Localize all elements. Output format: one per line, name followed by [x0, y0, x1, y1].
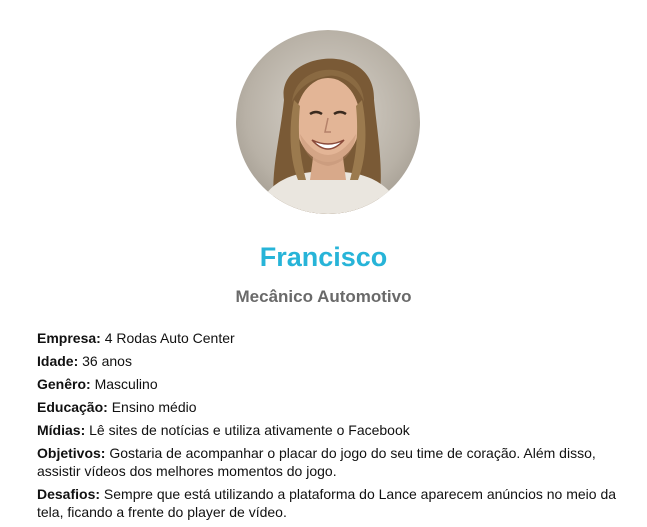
field-label: Idade:	[37, 353, 79, 369]
field-label: Genêro:	[37, 376, 91, 392]
field-value: Gostaria de acompanhar o placar do jogo …	[37, 445, 596, 479]
field-value: Ensino médio	[111, 399, 197, 415]
field-label: Desafios:	[37, 486, 101, 502]
field-desafios: Desafios: Sempre que está utilizando a p…	[37, 485, 627, 521]
field-label: Objetivos:	[37, 445, 106, 461]
field-label: Empresa:	[37, 330, 101, 346]
person-portrait-icon	[256, 58, 402, 214]
field-objetivos: Objetivos: Gostaria de acompanhar o plac…	[37, 444, 627, 480]
field-value: Sempre que está utilizando a plataforma …	[37, 486, 617, 520]
persona-details: Empresa: 4 Rodas Auto Center Idade: 36 a…	[37, 329, 627, 526]
field-label: Educação:	[37, 399, 108, 415]
field-value: 4 Rodas Auto Center	[104, 330, 235, 346]
field-value: 36 anos	[82, 353, 132, 369]
field-genero: Genêro: Masculino	[37, 375, 627, 393]
persona-role: Mecânico Automotivo	[235, 287, 412, 306]
avatar	[236, 30, 420, 214]
persona-name: Francisco	[259, 242, 388, 272]
field-label: Mídias:	[37, 422, 86, 438]
field-empresa: Empresa: 4 Rodas Auto Center	[37, 329, 627, 347]
field-midias: Mídias: Lê sites de notícias e utiliza a…	[37, 421, 627, 439]
field-value: Masculino	[94, 376, 158, 392]
field-value: Lê sites de notícias e utiliza ativament…	[89, 422, 410, 438]
field-educacao: Educação: Ensino médio	[37, 398, 627, 416]
field-idade: Idade: 36 anos	[37, 352, 627, 370]
